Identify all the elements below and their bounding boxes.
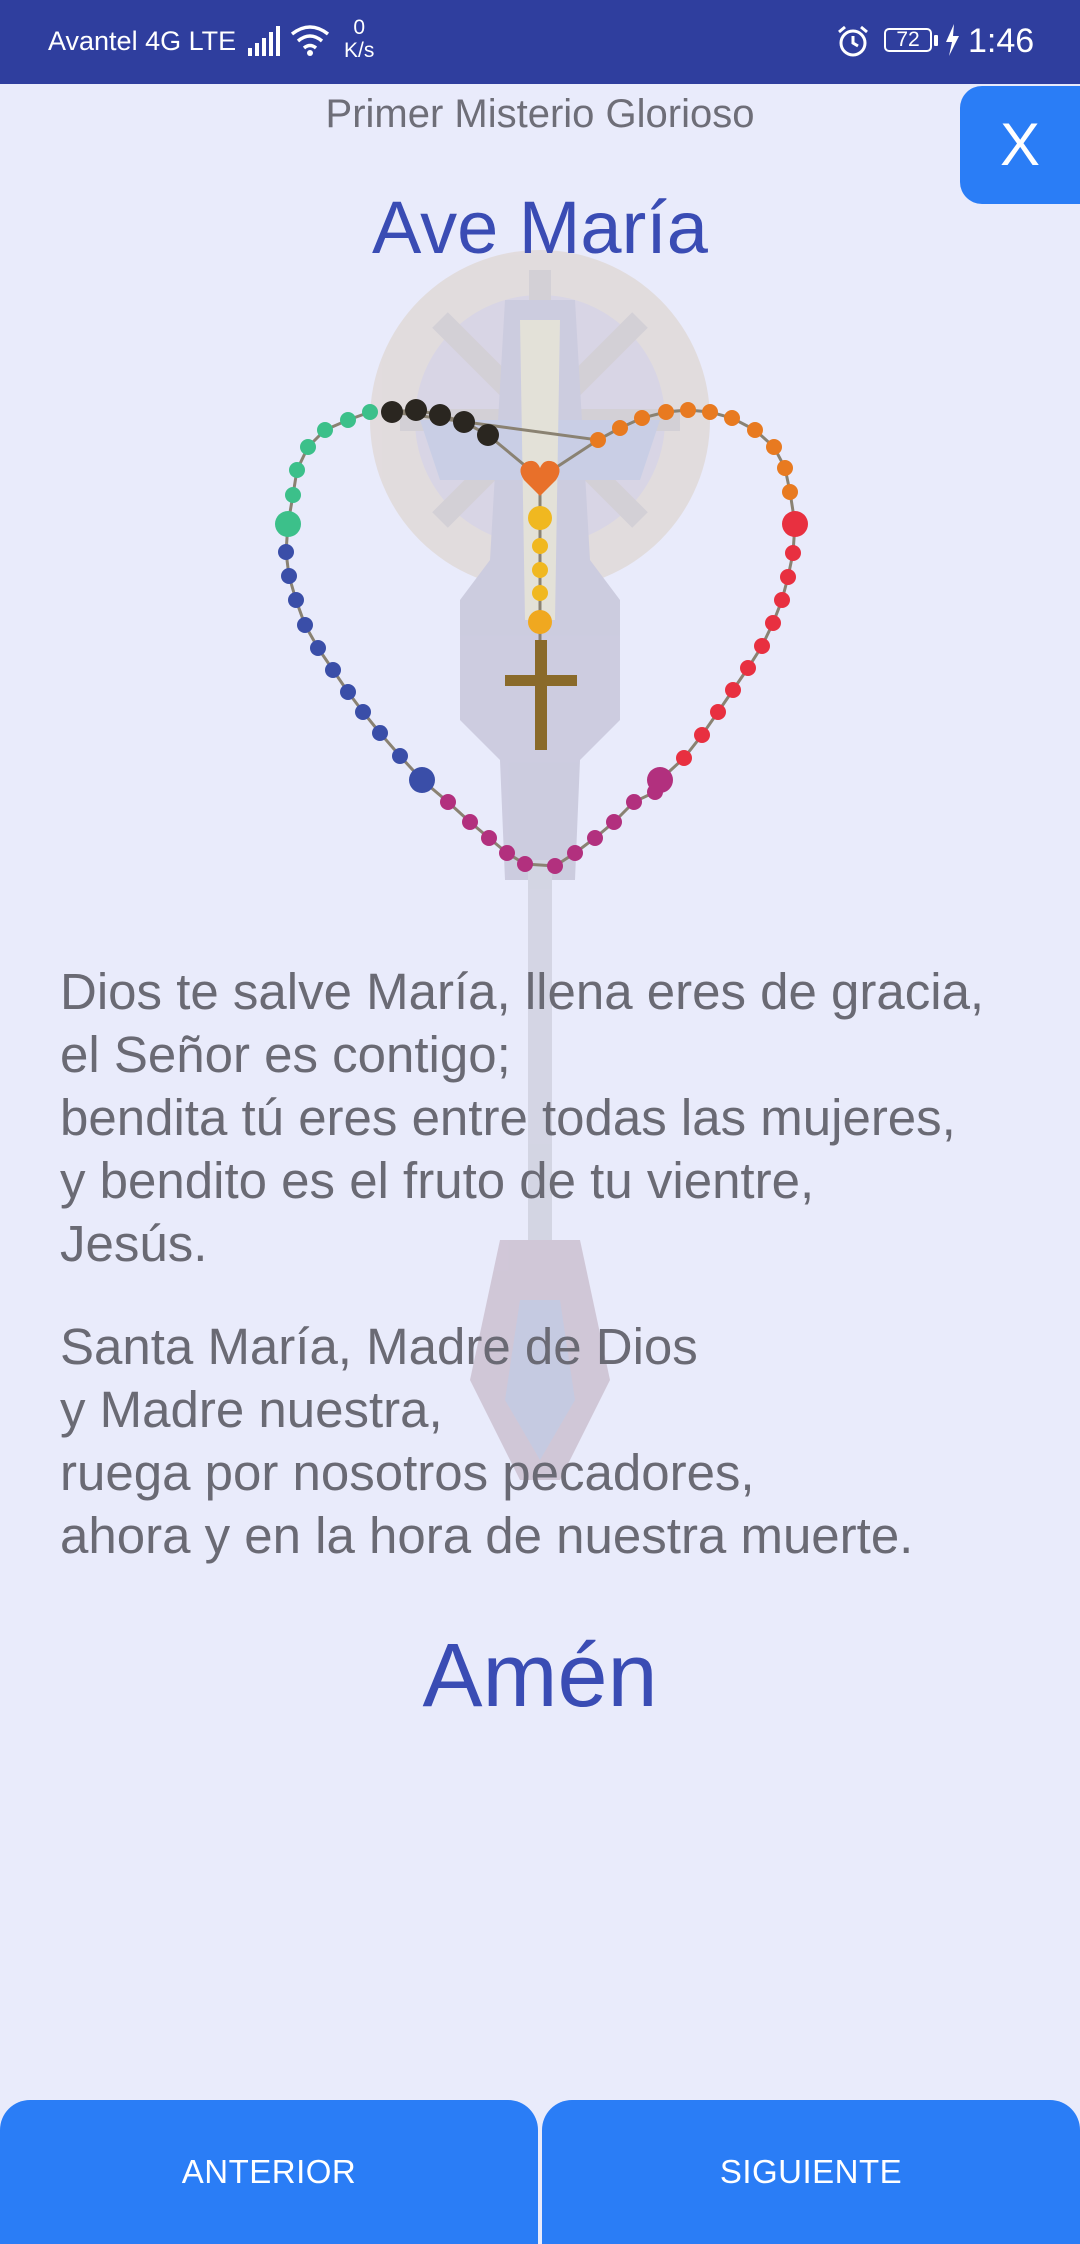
rosary-bead [747, 422, 763, 438]
rosary-bead [774, 592, 790, 608]
rosary-bead [626, 794, 642, 810]
rosary-bead [285, 487, 301, 503]
rosary-bead [317, 422, 333, 438]
rosary-bead [724, 410, 740, 426]
mystery-subtitle: Primer Misterio Glorioso [325, 92, 755, 136]
previous-button[interactable]: ANTERIOR [0, 2100, 538, 2244]
rosary-bead [725, 682, 741, 698]
crucifix-icon [505, 640, 577, 750]
rosary-bead [710, 704, 726, 720]
rosary-bead [567, 845, 583, 861]
rosary-bead [453, 411, 475, 433]
rosary-bead [765, 615, 781, 631]
rosary-bead [281, 568, 297, 584]
rosary-bead [676, 750, 692, 766]
rosary-bead [392, 748, 408, 764]
prayer-text: Dios te salve María, llena eres de graci… [60, 960, 1050, 1567]
rosary-bead [409, 767, 435, 793]
rosary-bead [355, 704, 371, 720]
rosary-bead [694, 727, 710, 743]
rosary-bead [310, 640, 326, 656]
rosary-bead [499, 845, 515, 861]
prayer-paragraph-2: Santa María, Madre de Dios y Madre nuest… [60, 1318, 914, 1564]
rosary-bead [532, 562, 548, 578]
rosary-bead [782, 484, 798, 500]
rosary-bead [362, 404, 378, 420]
rosary-bead [680, 402, 696, 418]
rosary-bead [634, 410, 650, 426]
rosary-bead [288, 592, 304, 608]
rosary-bead [528, 506, 552, 530]
rosary-bead [289, 462, 305, 478]
rosary-bead [481, 830, 497, 846]
rosary-bead [587, 830, 603, 846]
rosary-bead [297, 617, 313, 633]
rosary-bead [528, 610, 552, 634]
prayer-title: Ave María [372, 186, 708, 269]
heart-center-icon [520, 460, 560, 496]
rosary-bead [477, 424, 499, 446]
rosary-bead [780, 569, 796, 585]
rosary-bead [462, 814, 478, 830]
rosary-bead [647, 767, 673, 793]
rosary-bead [766, 439, 782, 455]
rosary-bead [785, 545, 801, 561]
rosary-bead [381, 401, 403, 423]
next-button[interactable]: SIGUIENTE [542, 2100, 1080, 2244]
rosary-bead [340, 412, 356, 428]
rosary-bead [325, 662, 341, 678]
rosary-bead [740, 660, 756, 676]
rosary-bead [702, 404, 718, 420]
rosary-bead [782, 511, 808, 537]
rosary-bead [754, 638, 770, 654]
rosary-bead [532, 585, 548, 601]
rosary-bead [590, 432, 606, 448]
rosary-bead [429, 404, 451, 426]
rosary-bead [372, 725, 388, 741]
rosary-bead [278, 544, 294, 560]
rosary-bead [300, 439, 316, 455]
rosary-bead [440, 794, 456, 810]
rosary-bead [777, 460, 793, 476]
prayer-paragraph-1: Dios te salve María, llena eres de graci… [60, 963, 985, 1272]
rosary-bead [275, 511, 301, 537]
rosary-bead [340, 684, 356, 700]
rosary-bead [405, 399, 427, 421]
rosary-bead [606, 814, 622, 830]
rosary-bead [612, 420, 628, 436]
prayer-closing: Amén [422, 1626, 658, 1726]
rosary-bead [547, 858, 563, 874]
rosary-bead [658, 404, 674, 420]
rosary-bead [517, 856, 533, 872]
rosary-bead [532, 538, 548, 554]
